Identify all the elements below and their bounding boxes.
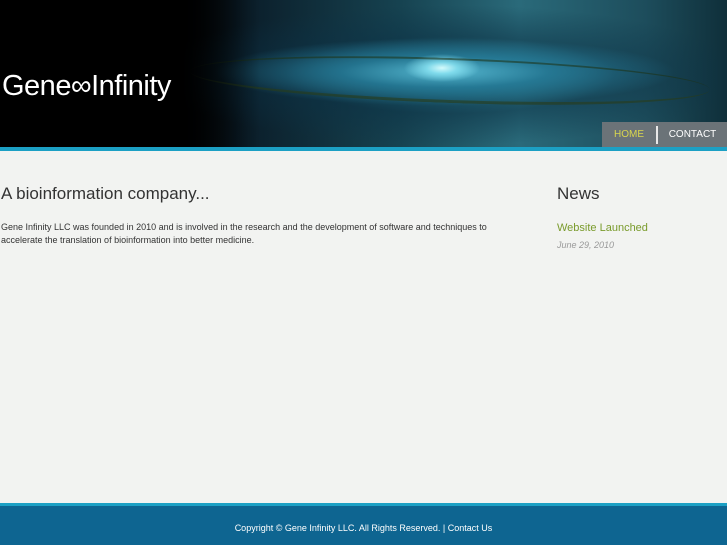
site-header: Gene∞Infinity HOME CONTACT bbox=[0, 0, 727, 147]
news-item-date: June 29, 2010 bbox=[557, 240, 615, 250]
nav-contact-link[interactable]: CONTACT bbox=[658, 122, 727, 147]
copyright-text: Copyright © Gene Infinity LLC. All Right… bbox=[234, 523, 446, 533]
footer-contact-link[interactable]: Contact Us bbox=[448, 523, 493, 533]
banner-fade bbox=[180, 0, 260, 147]
nav-home-link[interactable]: HOME bbox=[602, 122, 656, 147]
news-heading: News bbox=[557, 184, 600, 203]
site-footer: Copyright © Gene Infinity LLC. All Right… bbox=[0, 506, 727, 545]
main-nav: HOME CONTACT bbox=[602, 122, 727, 147]
page-title: A bioinformation company... bbox=[1, 184, 210, 203]
intro-paragraph: Gene Infinity LLC was founded in 2010 an… bbox=[1, 222, 487, 245]
news-item-link[interactable]: Website Launched bbox=[557, 222, 648, 234]
header-divider bbox=[0, 147, 727, 151]
site-logo[interactable]: Gene∞Infinity bbox=[2, 70, 171, 103]
